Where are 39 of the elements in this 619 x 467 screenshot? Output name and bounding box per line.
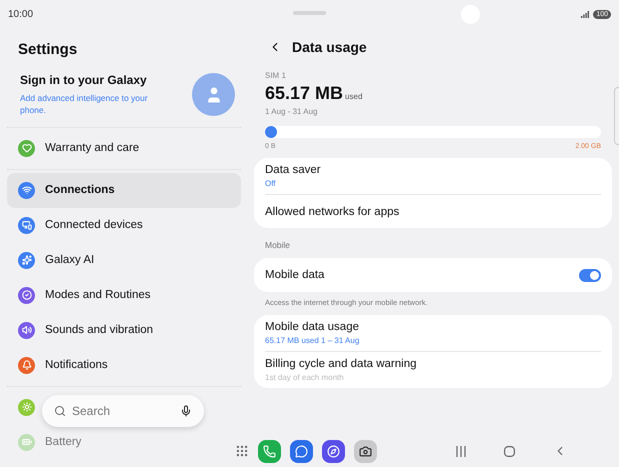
usage-amount: 65.17 MB [265,83,344,104]
row-subtitle: 65.17 MB used 1 – 31 Aug [265,336,360,345]
phone-app-icon[interactable] [258,440,281,462]
mic-icon[interactable] [180,405,192,417]
settings-item[interactable]: Warranty and care [7,130,241,166]
usage-period: 1 Aug - 31 Aug [265,107,318,116]
home-icon[interactable] [504,446,515,456]
apps-grid-icon[interactable] [235,444,249,458]
settings-item[interactable]: Modes and Routines [7,278,241,313]
browser-app-icon[interactable] [322,440,345,462]
camera-app-icon[interactable] [354,440,377,462]
signal-icon [581,10,590,18]
row-title[interactable]: Billing cycle and data warning [265,358,601,370]
recents-icon[interactable] [456,446,466,456]
settings-item[interactable]: Battery [7,424,241,460]
edge-panel-handle[interactable] [614,87,619,145]
settings-item[interactable]: Sounds and vibration [7,312,241,348]
row-title[interactable]: Mobile data [265,269,579,281]
messages-app-icon[interactable] [290,440,313,462]
row-title[interactable]: Allowed networks for apps [265,206,601,218]
search-icon [54,405,66,417]
row-title[interactable]: Mobile data usage [265,321,601,333]
row-note: 1st day of each month [265,373,345,382]
row-subtitle: Off [265,179,277,188]
row-title[interactable]: Data saver [265,164,601,176]
account-title[interactable]: Sign in to your Galaxy [20,73,192,87]
clock: 10:00 [8,8,34,20]
settings-item[interactable]: Connections [7,172,241,208]
settings-title: Settings [17,40,78,60]
account-subtitle: Add advanced intelligence to your phone. [20,92,149,117]
toggle-switch[interactable] [579,268,601,282]
usage-unit: used [345,92,362,101]
page-title: Data usage [292,39,367,55]
settings-item[interactable]: Connected devices [7,208,241,243]
section-heading: Mobile [264,239,292,250]
settings-item[interactable]: Galaxy AI [7,242,241,278]
sim-label: SIM 1 [265,71,287,80]
search-field[interactable]: Search [42,395,204,427]
settings-item[interactable]: Notifications [7,348,241,383]
